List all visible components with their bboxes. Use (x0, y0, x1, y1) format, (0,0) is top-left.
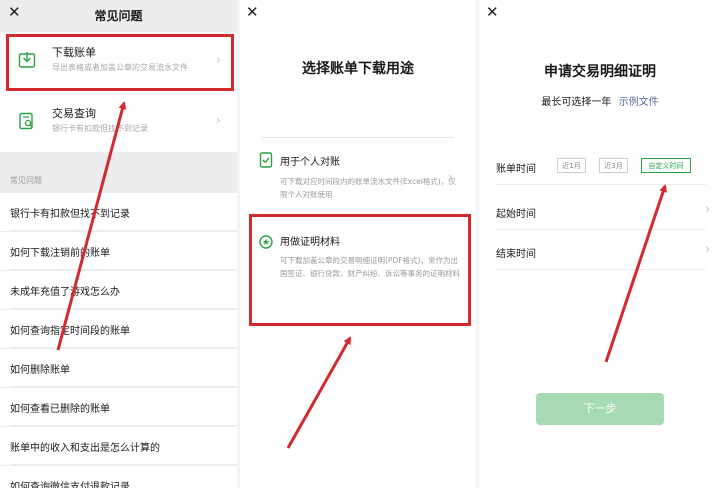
arrow-1 (56, 101, 127, 351)
annotation-arrows (56, 101, 667, 449)
arrow-3 (604, 184, 667, 363)
arrow-2 (286, 336, 352, 449)
